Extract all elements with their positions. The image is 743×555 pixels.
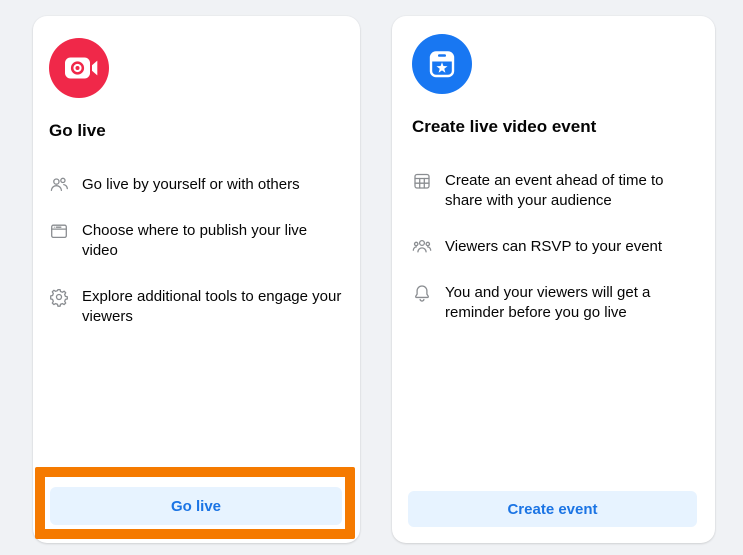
feature-item: Create an event ahead of time to share w… — [412, 171, 699, 211]
two-people-icon — [49, 175, 69, 195]
feature-item: Choose where to publish your live video — [49, 221, 344, 261]
gear-icon — [49, 287, 69, 307]
feature-text: Explore additional tools to engage your … — [82, 287, 344, 327]
card-title: Go live — [49, 120, 344, 142]
bell-icon — [412, 283, 432, 303]
feature-item: Explore additional tools to engage your … — [49, 287, 344, 327]
feature-item: Viewers can RSVP to your event — [412, 237, 699, 257]
go-live-button[interactable]: Go live — [50, 487, 342, 525]
go-live-card: Go live Go live by yourself or with othe… — [33, 16, 360, 543]
feature-text: You and your viewers will get a reminder… — [445, 283, 699, 323]
feature-list: Go live by yourself or with others Choos… — [49, 175, 344, 327]
calendar-star-icon — [412, 34, 472, 94]
create-live-video-event-card: Create live video event Create an event … — [392, 16, 715, 543]
calendar-grid-icon — [412, 171, 432, 191]
feature-text: Create an event ahead of time to share w… — [445, 171, 699, 211]
feature-list: Create an event ahead of time to share w… — [412, 171, 699, 323]
browser-window-icon — [49, 221, 69, 241]
feature-item: You and your viewers will get a reminder… — [412, 283, 699, 323]
create-event-button[interactable]: Create event — [408, 491, 697, 527]
three-people-icon — [412, 237, 432, 257]
live-video-camera-icon — [49, 38, 109, 98]
card-title: Create live video event — [412, 116, 699, 138]
feature-text: Viewers can RSVP to your event — [445, 237, 662, 257]
feature-text: Choose where to publish your live video — [82, 221, 344, 261]
feature-text: Go live by yourself or with others — [82, 175, 300, 195]
feature-item: Go live by yourself or with others — [49, 175, 344, 195]
